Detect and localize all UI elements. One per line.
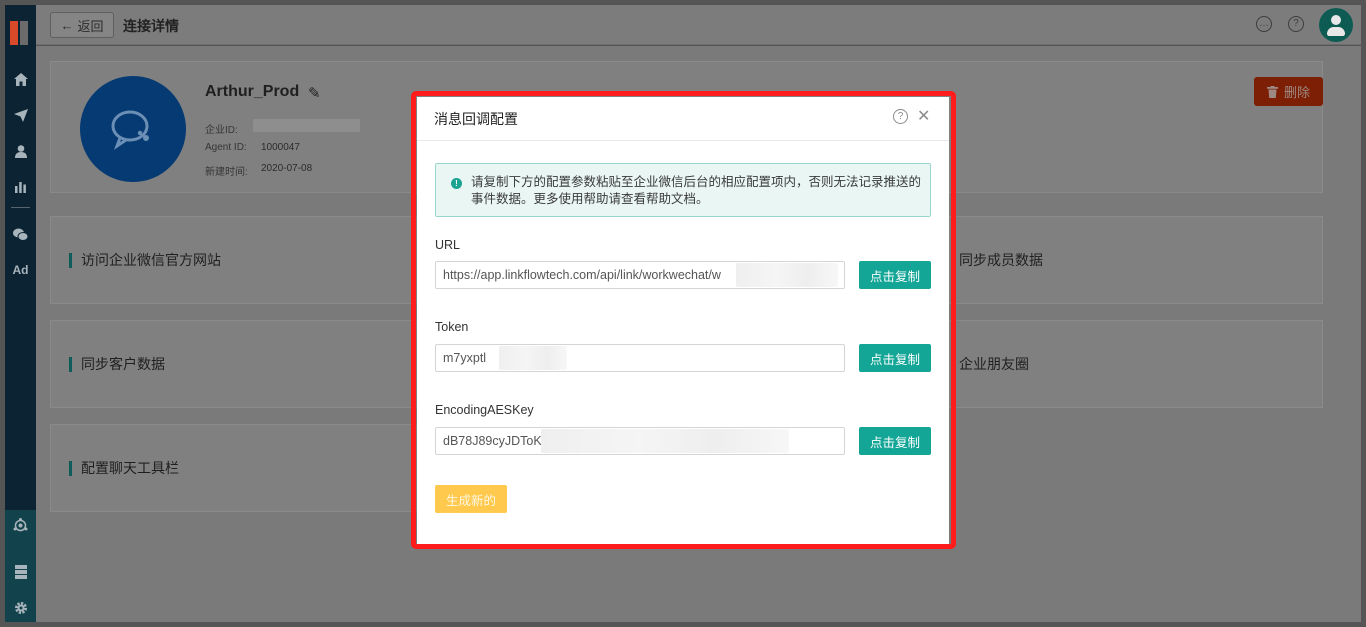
home-icon[interactable] [5,68,36,90]
back-button[interactable]: ← 返回 [50,12,114,38]
token-label: Token [435,320,469,334]
gear-icon[interactable] [5,597,36,619]
send-icon[interactable] [5,104,36,126]
sidebar-divider [11,207,30,208]
top-bar: ← 返回 连接详情 … ? [36,5,1361,45]
close-icon[interactable]: ✕ [917,106,930,126]
aes-key-redacted [541,429,789,453]
corp-id-value-redacted [253,119,360,132]
copy-url-button[interactable]: 点击复制 [859,261,931,289]
feature-label: 同步成员数据 [959,252,1043,268]
chart-icon[interactable] [5,176,36,198]
token-field[interactable]: m7yxptl [435,344,845,372]
feature-label: 企业朋友圈 [959,356,1029,372]
logo-icon [10,21,30,45]
delete-button[interactable]: 删除 [1254,77,1323,106]
avatar[interactable] [1319,8,1353,42]
agent-id-value: 1000047 [261,142,300,153]
copy-token-button[interactable]: 点击复制 [859,344,931,372]
modal-title: 消息回调配置 [434,111,518,127]
app-window: Ad ← 返回 连接详情 … ? Arthur_Prod ✎ 企业ID: Age… [0,0,1366,627]
aes-key-label: EncodingAESKey [435,403,534,417]
wecom-logo-icon [80,76,186,182]
profile-name: Arthur_Prod [205,83,300,100]
message-icon[interactable]: … [1256,16,1272,32]
feature-label: 配置聊天工具栏 [69,461,179,476]
wechat-icon[interactable] [5,223,36,245]
arrow-left-icon: ← [60,17,74,33]
modal-header: 消息回调配置 ? ✕ [417,97,949,141]
page-title: 连接详情 [123,18,179,34]
trash-icon [1266,85,1278,98]
generate-new-button[interactable]: 生成新的 [435,485,507,513]
copy-aes-key-button[interactable]: 点击复制 [859,427,931,455]
server-icon[interactable] [5,561,36,583]
callback-config-modal: 消息回调配置 ? ✕ ! 请复制下方的配置参数粘贴至企业微信后台的相应配置项内，… [417,97,949,545]
token-redacted [499,346,567,370]
url-label: URL [435,238,461,252]
agent-id-label: Agent ID: [205,142,247,153]
user-icon[interactable] [5,140,36,162]
sidebar-bottom [5,510,36,622]
ad-icon[interactable]: Ad [5,259,36,281]
created-label: 新建时间: [205,167,248,178]
url-redacted [736,263,838,287]
info-icon: ! [451,178,462,189]
feature-label: 访问企业微信官方网站 [69,253,221,268]
hub-icon[interactable] [5,514,36,536]
question-icon[interactable]: ? [1288,16,1304,32]
created-value: 2020-07-08 [261,163,313,174]
corp-id-label: 企业ID: [205,125,238,136]
feature-label: 同步客户数据 [69,357,165,372]
notice-box: ! 请复制下方的配置参数粘贴至企业微信后台的相应配置项内，否则无法记录推送的事件… [435,163,931,217]
sidebar: Ad [5,5,36,622]
help-icon[interactable]: ? [893,109,908,124]
notice-text: 请复制下方的配置参数粘贴至企业微信后台的相应配置项内，否则无法记录推送的事件数据… [471,175,922,206]
pencil-icon[interactable]: ✎ [308,84,321,102]
